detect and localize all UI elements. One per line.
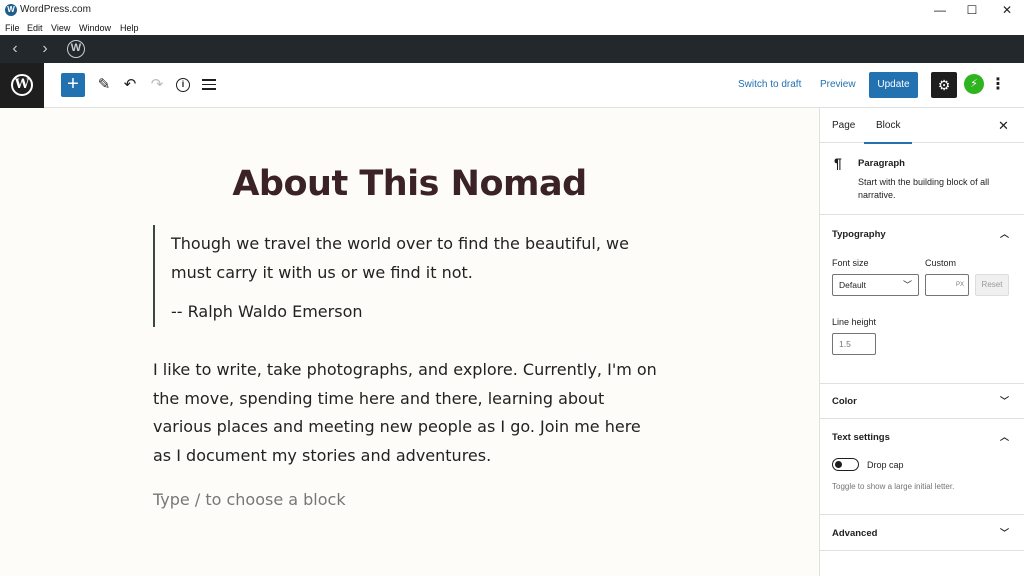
back-arrow-icon[interactable]: ‹: [6, 40, 24, 58]
window-title: WordPress.com: [20, 4, 91, 15]
drop-cap-label: Drop cap: [867, 460, 904, 470]
navigation-bar: ‹ › W: [0, 35, 1024, 63]
menu-window[interactable]: Window: [79, 21, 111, 35]
chevron-down-icon: ﹀: [902, 280, 912, 290]
edit-pencil-icon[interactable]: ✎: [93, 74, 115, 96]
window-title-bar: WordPress.com — ☐ ✕: [0, 0, 1024, 21]
typography-panel: Typography ︿ Font size Custom Default ﹀ …: [820, 215, 1024, 384]
minimize-button[interactable]: —: [923, 2, 957, 18]
info-icon[interactable]: i: [176, 78, 190, 92]
quote-citation[interactable]: -- Ralph Waldo Emerson: [171, 302, 363, 321]
chevron-up-icon[interactable]: ︿: [1000, 430, 1009, 443]
text-settings-panel-title[interactable]: Text settings: [832, 432, 890, 443]
block-card: ¶ Paragraph Start with the building bloc…: [820, 143, 1024, 215]
color-panel[interactable]: Color ﹀: [820, 384, 1024, 419]
close-icon[interactable]: ✕: [998, 118, 1009, 134]
quote-block[interactable]: Though we travel the world over to find …: [153, 225, 653, 327]
list-view-icon[interactable]: [202, 79, 216, 91]
color-panel-title[interactable]: Color: [832, 396, 857, 407]
paragraph-block[interactable]: I like to write, take photographs, and e…: [153, 356, 663, 470]
wordpress-logo-icon: W: [11, 74, 33, 96]
forward-arrow-icon[interactable]: ›: [36, 40, 54, 58]
maximize-button[interactable]: ☐: [955, 2, 989, 18]
drop-cap-toggle[interactable]: [832, 458, 859, 471]
post-title[interactable]: About This Nomad: [0, 164, 819, 204]
chevron-down-icon[interactable]: ﹀: [1000, 526, 1009, 539]
typography-panel-title[interactable]: Typography: [832, 229, 886, 240]
undo-icon[interactable]: ↶: [119, 74, 141, 96]
drop-cap-help-text: Toggle to show a large initial letter.: [832, 482, 955, 491]
editor-toolbar: W + ✎ ↶ ↷ i Switch to draft Preview Upda…: [0, 63, 1024, 108]
menu-view[interactable]: View: [51, 21, 70, 35]
menu-file[interactable]: File: [5, 21, 20, 35]
block-name: Paragraph: [858, 158, 905, 169]
line-height-input[interactable]: 1.5: [832, 333, 876, 355]
chevron-down-icon[interactable]: ﹀: [1000, 394, 1009, 407]
editor-canvas: About This Nomad Though we travel the wo…: [0, 108, 819, 576]
settings-sidebar: Page Block ✕ ¶ Paragraph Start with the …: [819, 108, 1024, 576]
sidebar-tabs: Page Block ✕: [820, 108, 1024, 144]
block-appender-placeholder[interactable]: Type / to choose a block: [153, 490, 346, 509]
close-window-button[interactable]: ✕: [990, 2, 1024, 18]
tab-block[interactable]: Block: [863, 108, 914, 144]
more-options-icon[interactable]: ⋮: [990, 74, 1006, 96]
reset-button[interactable]: Reset: [975, 274, 1009, 296]
custom-size-label: Custom: [925, 258, 957, 268]
wordpress-logo-icon[interactable]: W: [67, 40, 85, 58]
jetpack-icon[interactable]: ⚡: [964, 74, 984, 94]
redo-icon[interactable]: ↷: [146, 74, 168, 96]
preview-button[interactable]: Preview: [820, 79, 856, 90]
wordpress-app-icon: [5, 4, 17, 16]
menu-bar: File Edit View Window Help: [0, 21, 1024, 35]
paragraph-icon: ¶: [834, 155, 842, 171]
switch-to-draft-button[interactable]: Switch to draft: [738, 79, 801, 90]
block-inserter-button[interactable]: +: [61, 73, 85, 97]
tab-page[interactable]: Page: [832, 108, 855, 143]
font-size-value: Default: [839, 280, 866, 290]
line-height-label: Line height: [832, 317, 877, 327]
update-button[interactable]: Update: [869, 72, 918, 98]
advanced-panel[interactable]: Advanced ﹀: [820, 515, 1024, 551]
site-logo-button[interactable]: W: [0, 63, 44, 108]
quote-text[interactable]: Though we travel the world over to find …: [171, 229, 651, 287]
chevron-up-icon[interactable]: ︿: [1000, 227, 1009, 240]
advanced-panel-title[interactable]: Advanced: [832, 528, 877, 539]
menu-edit[interactable]: Edit: [27, 21, 43, 35]
font-size-label: Font size: [832, 258, 869, 268]
settings-gear-icon[interactable]: ⚙: [931, 72, 957, 98]
menu-help[interactable]: Help: [120, 21, 139, 35]
text-settings-panel: Text settings ︿ Drop cap Toggle to show …: [820, 419, 1024, 515]
custom-font-size-input[interactable]: PX: [925, 274, 969, 296]
font-size-select[interactable]: Default ﹀: [832, 274, 919, 296]
block-description: Start with the building block of all nar…: [858, 177, 990, 200]
unit-label: PX: [955, 282, 964, 288]
